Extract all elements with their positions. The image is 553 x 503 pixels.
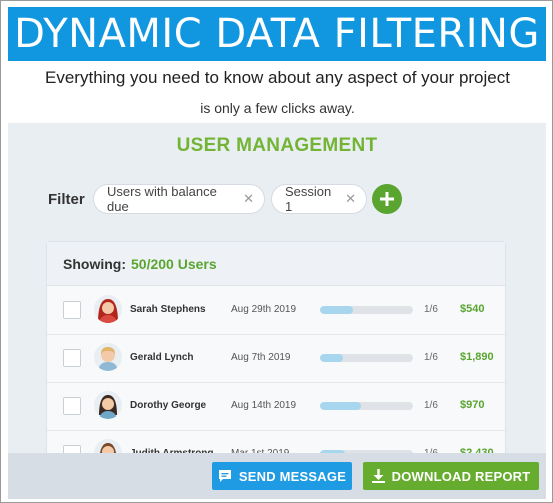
user-date: Aug 7th 2019 — [231, 352, 291, 363]
progress-fill — [320, 306, 354, 314]
female-red-hair-avatar — [94, 295, 122, 323]
session-progress-bar — [320, 354, 413, 362]
progress-fill — [320, 402, 361, 410]
showing-label: Showing: — [63, 255, 126, 272]
user-name: Dorothy George — [130, 400, 207, 411]
row-checkbox[interactable] — [63, 301, 81, 319]
row-checkbox[interactable] — [63, 349, 81, 367]
session-count: 1/6 — [424, 352, 438, 363]
filter-chip-balance-due[interactable]: Users with balance due ✕ — [93, 184, 265, 214]
user-date: Aug 14th 2019 — [231, 400, 297, 411]
app-frame: DYNAMIC DATA FILTERING Everything you ne… — [0, 0, 553, 503]
user-name: Gerald Lynch — [130, 352, 194, 363]
send-message-label: SEND MESSAGE — [238, 468, 347, 484]
filter-label: Filter — [48, 191, 85, 208]
action-bar: SEND MESSAGE DOWNLOAD REPORT — [8, 453, 546, 499]
balance-amount: $540 — [460, 303, 485, 315]
plus-icon — [380, 192, 394, 206]
table-row[interactable]: Dorothy George Aug 14th 2019 1/6 $970 — [47, 383, 507, 431]
user-management-panel: USER MANAGEMENT Filter Users with balanc… — [8, 123, 546, 499]
table-row[interactable]: Sarah Stephens Aug 29th 2019 1/6 $540 — [47, 287, 507, 335]
section-title: USER MANAGEMENT — [176, 135, 378, 156]
header-banner: DYNAMIC DATA FILTERING — [8, 7, 546, 61]
session-progress-bar — [320, 402, 413, 410]
close-icon[interactable]: ✕ — [345, 191, 356, 207]
send-message-button[interactable]: SEND MESSAGE — [212, 462, 352, 490]
session-progress-bar — [320, 306, 413, 314]
session-count: 1/6 — [424, 400, 438, 411]
table-header: Showing: 50/200 Users — [47, 242, 505, 286]
filter-chip-session[interactable]: Session 1 ✕ — [271, 184, 367, 214]
download-report-button[interactable]: DOWNLOAD REPORT — [363, 462, 539, 490]
table-row[interactable]: Gerald Lynch Aug 7th 2019 1/6 $1,890 — [47, 335, 507, 383]
tagline-line-2: is only a few clicks away. — [200, 100, 355, 116]
chat-icon — [218, 469, 232, 483]
session-count: 1/6 — [424, 304, 438, 315]
user-date: Aug 29th 2019 — [231, 304, 297, 315]
balance-amount: $1,890 — [460, 351, 494, 363]
download-report-label: DOWNLOAD REPORT — [391, 468, 531, 484]
filter-chip-label: Session 1 — [285, 184, 332, 214]
user-name: Sarah Stephens — [130, 304, 206, 315]
progress-fill — [320, 354, 344, 362]
close-icon[interactable]: ✕ — [243, 191, 254, 207]
showing-count: 50/200 Users — [131, 255, 217, 272]
row-checkbox[interactable] — [63, 397, 81, 415]
tagline-line-1: Everything you need to know about any as… — [45, 68, 510, 87]
add-filter-button[interactable] — [372, 184, 402, 214]
page-title: DYNAMIC DATA FILTERING — [14, 11, 540, 57]
male-blond-avatar — [94, 343, 122, 371]
balance-amount: $970 — [460, 399, 485, 411]
filter-chip-label: Users with balance due — [107, 184, 217, 214]
female-dark-hair-avatar — [94, 391, 122, 419]
download-icon — [371, 469, 385, 483]
